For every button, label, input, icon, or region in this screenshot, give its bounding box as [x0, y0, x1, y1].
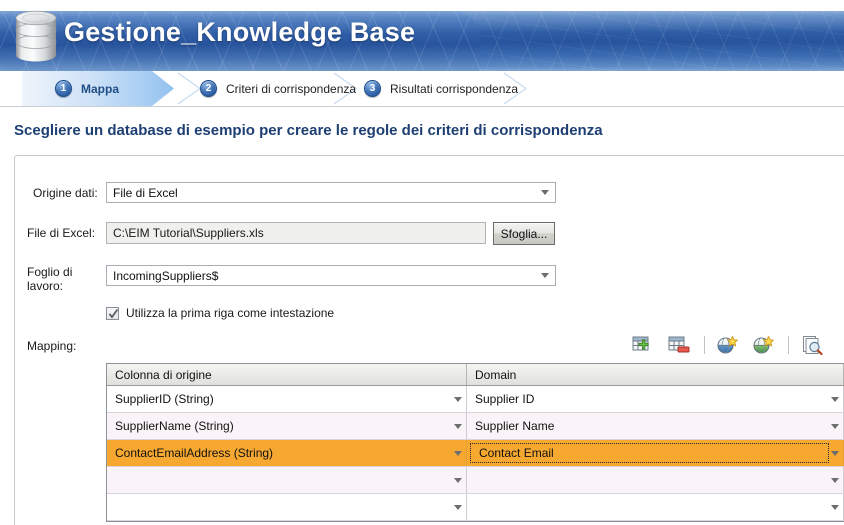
toolbar-separator-1	[703, 336, 705, 354]
browse-button[interactable]: Sfoglia...	[493, 222, 555, 245]
wizard-step-mappa[interactable]: 1 Mappa	[55, 71, 119, 106]
knowledge-base-mapping-window: Gestione_Knowledge Base 1 Mappa 2 Criter…	[0, 0, 844, 525]
wizard-step-number: 1	[55, 80, 72, 97]
chevron-down-icon	[541, 273, 549, 278]
table-row[interactable]	[107, 467, 844, 494]
column-header-domain[interactable]: Domain	[467, 364, 844, 385]
row-source-cell[interactable]	[107, 467, 467, 493]
row-domain-value: Supplier ID	[475, 392, 535, 406]
row-domain-value: Contact Email	[479, 446, 554, 460]
chevron-down-icon[interactable]	[831, 423, 839, 429]
data-source-label: Origine dati:	[33, 186, 98, 200]
data-source-value: File di Excel	[113, 185, 178, 200]
row-source-value: SupplierID (String)	[115, 392, 214, 406]
chevron-down-icon[interactable]	[454, 504, 462, 510]
row-domain-cell[interactable]: Supplier ID	[467, 386, 844, 412]
row-source-cell[interactable]: ContactEmailAddress (String)	[107, 440, 467, 466]
preview-icon[interactable]	[799, 333, 825, 357]
first-row-header-checkbox[interactable]	[106, 307, 119, 320]
row-source-cell[interactable]: SupplierID (String)	[107, 386, 467, 412]
create-composite-domain-icon[interactable]	[750, 333, 776, 357]
worksheet-value: IncomingSuppliers$	[113, 268, 219, 283]
table-row[interactable]: SupplierID (String) Supplier ID	[107, 386, 844, 413]
column-header-source[interactable]: Colonna di origine	[107, 364, 467, 385]
wizard-step-label: Criteri di corrispondenza	[226, 81, 357, 96]
row-domain-cell[interactable]	[467, 467, 844, 493]
database-cylinder-icon	[12, 6, 60, 66]
wizard-step-number: 3	[364, 80, 381, 97]
mapping-grid-header: Colonna di origine Domain	[107, 364, 844, 386]
row-source-cell[interactable]	[107, 494, 467, 520]
wizard-step-label: Risultati corrispondenza	[390, 81, 519, 96]
table-row[interactable]: SupplierName (String) Supplier Name	[107, 413, 844, 440]
worksheet-label-line1: Foglio di	[27, 265, 73, 279]
row-source-cell[interactable]: SupplierName (String)	[107, 413, 467, 439]
wizard-step-criteri[interactable]: 2 Criteri di corrispondenza	[200, 71, 356, 106]
chevron-down-icon[interactable]	[454, 423, 462, 429]
row-source-value: ContactEmailAddress (String)	[115, 446, 274, 460]
chevron-down-icon[interactable]	[454, 450, 462, 456]
chevron-down-icon[interactable]	[831, 450, 839, 456]
page-title: Scegliere un database di esempio per cre…	[14, 122, 603, 139]
row-domain-cell[interactable]: Supplier Name	[467, 413, 844, 439]
chevron-down-icon[interactable]	[831, 504, 839, 510]
chevron-down-icon	[541, 190, 549, 195]
create-domain-icon[interactable]	[715, 333, 741, 357]
wizard-step-label: Mappa	[81, 81, 120, 96]
first-row-header-label: Utilizza la prima riga come intestazione	[126, 306, 335, 320]
delete-mapping-row-icon[interactable]	[666, 333, 692, 357]
chevron-down-icon[interactable]	[831, 396, 839, 402]
table-row[interactable]	[107, 494, 844, 521]
app-title: Gestione_Knowledge Base	[64, 17, 416, 47]
excel-file-input[interactable]: C:\EIM Tutorial\Suppliers.xls	[106, 222, 486, 244]
row-source-value: SupplierName (String)	[115, 419, 234, 433]
wizard-step-bar: 1 Mappa 2 Criteri di corrispondenza 3 Ri…	[0, 71, 844, 107]
row-domain-cell[interactable]	[467, 494, 844, 520]
toolbar-separator-2	[788, 336, 790, 354]
table-row-selected[interactable]: ContactEmailAddress (String) Contact Ema…	[107, 440, 844, 467]
excel-file-value: C:\EIM Tutorial\Suppliers.xls	[113, 226, 264, 240]
wizard-step-risultati[interactable]: 3 Risultati corrispondenza	[364, 71, 518, 106]
row-domain-cell-focused[interactable]: Contact Email	[467, 440, 844, 466]
worksheet-label-line2: lavoro:	[27, 279, 64, 293]
chevron-down-icon[interactable]	[831, 477, 839, 483]
mapping-label: Mapping:	[27, 339, 77, 353]
mapping-toolbar	[630, 332, 835, 358]
add-mapping-row-icon[interactable]	[630, 333, 656, 357]
row-domain-value: Supplier Name	[475, 419, 555, 433]
chevron-down-icon[interactable]	[454, 477, 462, 483]
check-icon	[108, 308, 119, 319]
worksheet-select[interactable]: IncomingSuppliers$	[106, 265, 556, 286]
chevron-down-icon[interactable]	[454, 396, 462, 402]
wizard-step-number: 2	[200, 80, 217, 97]
excel-file-label: File di Excel:	[27, 226, 96, 240]
data-source-select[interactable]: File di Excel	[106, 182, 556, 203]
mapping-grid: Colonna di origine Domain SupplierID (St…	[106, 363, 844, 522]
